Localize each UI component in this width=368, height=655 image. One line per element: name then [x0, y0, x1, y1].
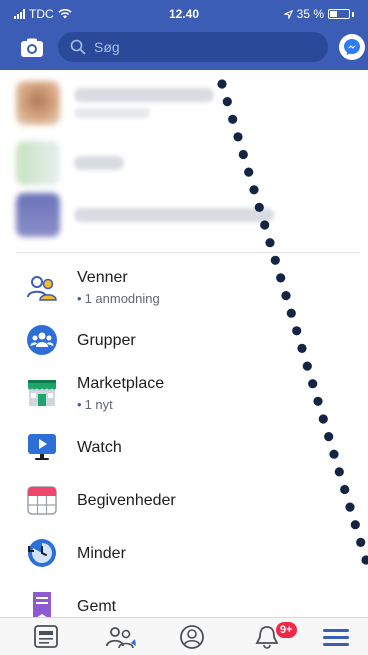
- menu-item-memories[interactable]: Minder: [0, 527, 368, 579]
- friends-icon: [27, 276, 57, 301]
- shortcut-row[interactable]: [16, 190, 274, 240]
- memories-icon: [28, 539, 56, 567]
- battery-icon: [328, 9, 350, 19]
- search-input[interactable]: Søg: [58, 32, 328, 62]
- marketplace-icon: [28, 380, 56, 406]
- overlay-dot: [238, 149, 248, 160]
- menu-label: Minder: [77, 545, 126, 562]
- menu-item-watch[interactable]: Watch: [0, 421, 368, 473]
- shortcut-label-blurred: [74, 208, 274, 222]
- menu-label: Venner: [77, 269, 128, 286]
- profile-text: [60, 88, 214, 118]
- overlay-dot: [217, 79, 227, 89]
- menu-item-friends[interactable]: Venner • 1 anmodning: [0, 262, 368, 314]
- avatar: [16, 141, 60, 185]
- shortcut-row[interactable]: [16, 138, 124, 188]
- tab-bar: [0, 617, 368, 655]
- location-arrow-icon: [283, 9, 293, 19]
- groups-icon: [27, 325, 57, 355]
- menu-label: Grupper: [77, 332, 136, 349]
- divider: [16, 252, 360, 253]
- tab-profile[interactable]: [176, 624, 208, 650]
- menu-label: Marketplace: [77, 375, 165, 392]
- menu-sublabel: • 1 anmodning: [77, 291, 160, 306]
- overlay-dot: [233, 132, 243, 142]
- tab-menu[interactable]: [320, 624, 352, 650]
- watch-icon: [28, 434, 56, 460]
- camera-icon[interactable]: [20, 36, 44, 60]
- battery-tip: [352, 11, 354, 17]
- header: Søg: [0, 28, 368, 70]
- status-bar: TDC 12.40 35 %: [0, 0, 368, 28]
- messenger-button[interactable]: [339, 34, 365, 60]
- notifications-badge: 9+: [276, 622, 297, 638]
- menu-item-marketplace[interactable]: Marketplace • 1 nyt: [0, 366, 368, 418]
- shortcut-label-blurred: [74, 156, 124, 170]
- battery-info: 35 %: [283, 7, 354, 21]
- profile-shortcut[interactable]: [16, 78, 214, 128]
- menu-label: Begivenheder: [77, 492, 176, 509]
- search-placeholder: Søg: [94, 39, 120, 55]
- tab-friends[interactable]: [105, 624, 137, 650]
- overlay-dot: [228, 114, 238, 124]
- top-bar: TDC 12.40 35 % Søg: [0, 0, 368, 70]
- tab-news-feed[interactable]: [30, 624, 62, 650]
- battery-percent: 35 %: [296, 7, 324, 21]
- avatar: [16, 193, 60, 237]
- profile-name-blurred: [74, 88, 214, 102]
- menu-label: Watch: [77, 439, 122, 456]
- avatar: [16, 81, 60, 125]
- events-icon: [27, 486, 57, 515]
- overlay-dot: [244, 167, 254, 177]
- menu-label: Gemt: [77, 598, 117, 615]
- profile-sub-blurred: [74, 108, 150, 118]
- overlay-dot: [222, 97, 232, 107]
- app-screen: TDC 12.40 35 % Søg Venner • 1 anmodning …: [0, 0, 368, 655]
- search-icon: [70, 39, 86, 55]
- menu-sublabel: • 1 nyt: [77, 397, 113, 412]
- messenger-icon: [344, 39, 360, 55]
- menu-item-events[interactable]: Begivenheder: [0, 474, 368, 526]
- menu-item-groups[interactable]: Grupper: [0, 314, 368, 366]
